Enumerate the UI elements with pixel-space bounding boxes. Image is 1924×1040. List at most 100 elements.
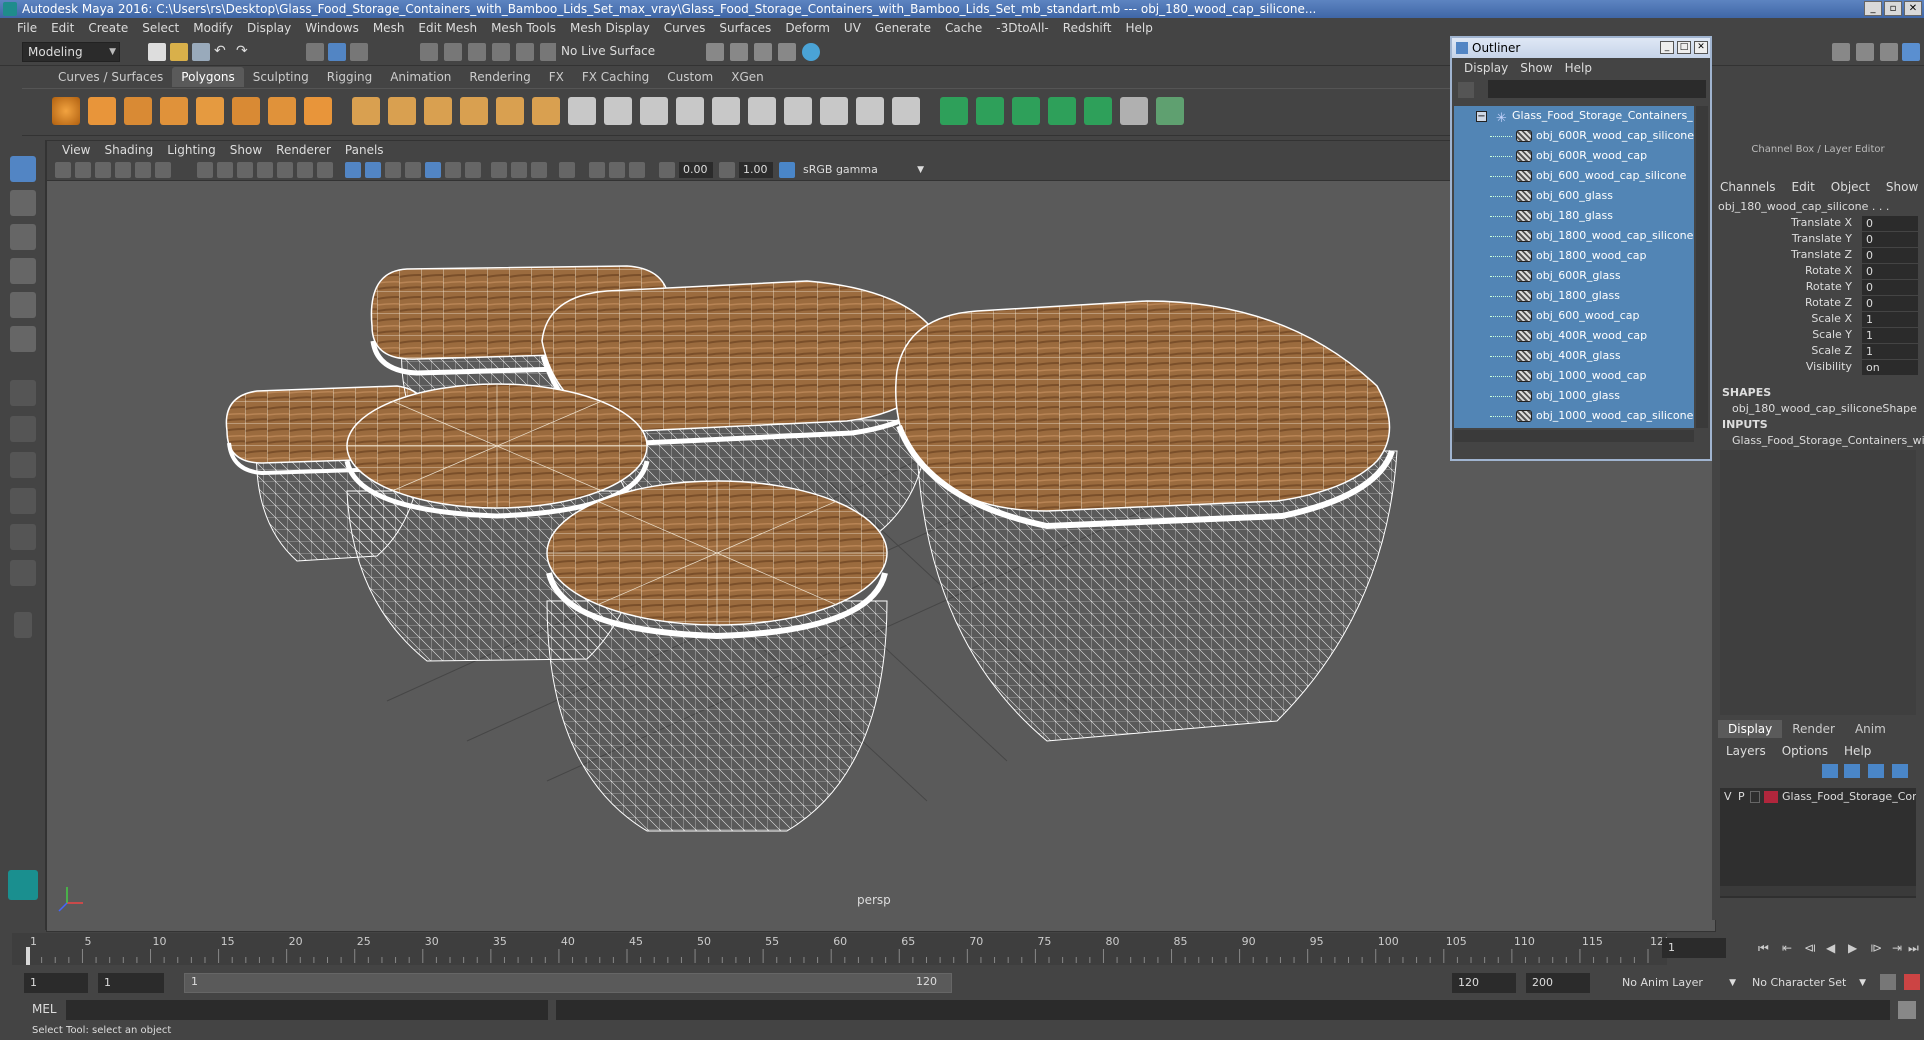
motion-blur-icon[interactable] [491, 162, 507, 178]
menu-modify[interactable]: Modify [186, 18, 240, 38]
outliner-vertical-scrollbar[interactable] [1696, 106, 1708, 428]
attribute-editor-toggle-icon[interactable] [1856, 43, 1874, 61]
scale-tool-icon[interactable] [10, 326, 36, 352]
vp-menu-lighting[interactable]: Lighting [160, 143, 223, 157]
live-surface-field[interactable]: No Live Surface [556, 42, 660, 62]
poly-plane-icon[interactable] [196, 97, 224, 125]
cb-menu-edit[interactable]: Edit [1784, 180, 1823, 194]
ipr-render-icon[interactable] [754, 43, 772, 61]
layer-menu-options[interactable]: Options [1774, 744, 1836, 758]
channel-value[interactable]: 0 [1862, 216, 1918, 231]
channel-value[interactable]: 0 [1862, 264, 1918, 279]
go-to-end-icon[interactable]: ⏭ [1908, 941, 1922, 955]
channel-rotate-y[interactable]: Rotate Y 0 [1712, 280, 1924, 296]
play-forwards-icon[interactable]: ▶ [1848, 941, 1862, 955]
channel-value[interactable]: 0 [1862, 280, 1918, 295]
layer-reference-toggle[interactable] [1750, 791, 1760, 803]
workspace-icon[interactable] [1832, 43, 1850, 61]
cylindrical-uv-icon[interactable] [976, 97, 1004, 125]
resolution-gate-icon[interactable] [237, 162, 253, 178]
channel-scale-x[interactable]: Scale X 1 [1712, 312, 1924, 328]
outliner-item[interactable]: obj_600_wood_cap [1454, 306, 1694, 326]
select-object-icon[interactable] [328, 43, 346, 61]
textured-icon[interactable] [405, 162, 421, 178]
render-view-icon[interactable] [706, 43, 724, 61]
depth-of-field-icon[interactable] [531, 162, 547, 178]
menu-file[interactable]: File [10, 18, 44, 38]
menu-display[interactable]: Display [240, 18, 298, 38]
poly-pyramid-icon[interactable] [268, 97, 296, 125]
outliner-window[interactable]: Outliner _ □ ✕ Display Show Help − ✳ Gla… [1450, 36, 1712, 461]
rotate-tool-icon[interactable] [10, 292, 36, 318]
shelf-tab-rigging[interactable]: Rigging [318, 67, 381, 87]
outliner-item[interactable]: obj_600_glass [1454, 186, 1694, 206]
new-layer-selected-icon[interactable] [1892, 764, 1908, 778]
layer-row[interactable]: V P Glass_Food_Storage_Contai [1720, 788, 1916, 806]
menu-set-dropdown[interactable]: Modeling ▼ [22, 42, 120, 62]
bevel-icon[interactable] [604, 97, 632, 125]
poly-sphere-icon[interactable] [52, 97, 80, 125]
channel-visibility[interactable]: Visibility on [1712, 360, 1924, 376]
layout-single-icon[interactable] [10, 380, 36, 406]
bevel-edge-icon[interactable] [784, 97, 812, 125]
playback-start-field[interactable]: 1 [98, 973, 164, 993]
use-all-lights-icon[interactable] [425, 162, 441, 178]
outliner-item[interactable]: obj_600R_wood_cap [1454, 146, 1694, 166]
scene-end-field[interactable]: 200 [1526, 973, 1590, 993]
menu-surfaces[interactable]: Surfaces [712, 18, 778, 38]
outliner-item[interactable]: obj_1000_wood_cap_silicone [1454, 406, 1694, 426]
smooth-icon[interactable] [460, 97, 488, 125]
snap-point-icon[interactable] [468, 43, 486, 61]
vp-menu-panels[interactable]: Panels [338, 143, 391, 157]
scene-start-field[interactable]: 1 [24, 973, 88, 993]
layer-name[interactable]: Glass_Food_Storage_Contai [1782, 788, 1916, 806]
combine-icon[interactable] [352, 97, 380, 125]
cb-menu-show[interactable]: Show [1878, 180, 1924, 194]
outliner-menu-help[interactable]: Help [1559, 61, 1598, 75]
layout-two-icon[interactable] [10, 452, 36, 478]
move-layer-up-icon[interactable] [1822, 764, 1838, 778]
outliner-title-bar[interactable]: Outliner _ □ ✕ [1452, 38, 1710, 58]
maximize-button[interactable]: ▫ [1884, 1, 1902, 16]
bookmark-icon[interactable] [95, 162, 111, 178]
move-layer-down-icon[interactable] [1844, 764, 1860, 778]
step-forward-frame-icon[interactable]: ⧐ [1870, 941, 1884, 955]
shelf-tab-xgen[interactable]: XGen [722, 67, 773, 87]
menu-edit-mesh[interactable]: Edit Mesh [411, 18, 484, 38]
expand-toolbox-icon[interactable] [14, 612, 32, 638]
outliner-minimize-button[interactable]: _ [1660, 41, 1674, 54]
move-tool-icon[interactable] [10, 258, 36, 284]
outliner-item[interactable]: obj_180_glass [1454, 206, 1694, 226]
channel-box-toggle-icon[interactable] [1902, 43, 1920, 61]
outliner-item[interactable]: obj_1000_glass [1454, 386, 1694, 406]
go-to-start-icon[interactable]: ⏮ [1758, 941, 1772, 955]
channel-rotate-x[interactable]: Rotate X 0 [1712, 264, 1924, 280]
shelf-tab-fx[interactable]: FX [540, 67, 573, 87]
shelf-tab-animation[interactable]: Animation [381, 67, 460, 87]
2d-pan-zoom-icon[interactable] [135, 162, 151, 178]
menu-uv[interactable]: UV [837, 18, 868, 38]
snap-grid-icon[interactable] [420, 43, 438, 61]
outliner-search-icon[interactable] [1458, 82, 1474, 98]
time-slider[interactable]: 1 5 10 15 20 25 30 35 40 45 50 55 60 65 70 75 80 85 90 95 10… [12, 933, 1671, 965]
planar-uv-icon[interactable] [940, 97, 968, 125]
shelf-tab-polygons[interactable]: Polygons [172, 67, 244, 87]
layer-menu-help[interactable]: Help [1836, 744, 1879, 758]
multi-cut-icon[interactable] [676, 97, 704, 125]
channel-translate-x[interactable]: Translate X 0 [1712, 216, 1924, 232]
channel-value[interactable]: 0 [1862, 248, 1918, 263]
edge-loop-icon[interactable] [748, 97, 776, 125]
range-bar[interactable]: 1 120 [184, 973, 952, 993]
poly-pipe-icon[interactable] [304, 97, 332, 125]
layer-horizontal-scrollbar[interactable] [1720, 886, 1916, 896]
menu-mesh[interactable]: Mesh [366, 18, 412, 38]
menu-redshift[interactable]: Redshift [1056, 18, 1119, 38]
outliner-item[interactable]: obj_1000_wood_cap [1454, 366, 1694, 386]
shelf-tab-curves-surfaces[interactable]: Curves / Surfaces [49, 67, 172, 87]
poly-cone-icon[interactable] [160, 97, 188, 125]
menu-mesh-display[interactable]: Mesh Display [563, 18, 657, 38]
outliner-item[interactable]: obj_1800_glass [1454, 286, 1694, 306]
merge-icon[interactable] [820, 97, 848, 125]
safe-title-icon[interactable] [317, 162, 333, 178]
auto-key-icon[interactable] [1880, 974, 1896, 990]
